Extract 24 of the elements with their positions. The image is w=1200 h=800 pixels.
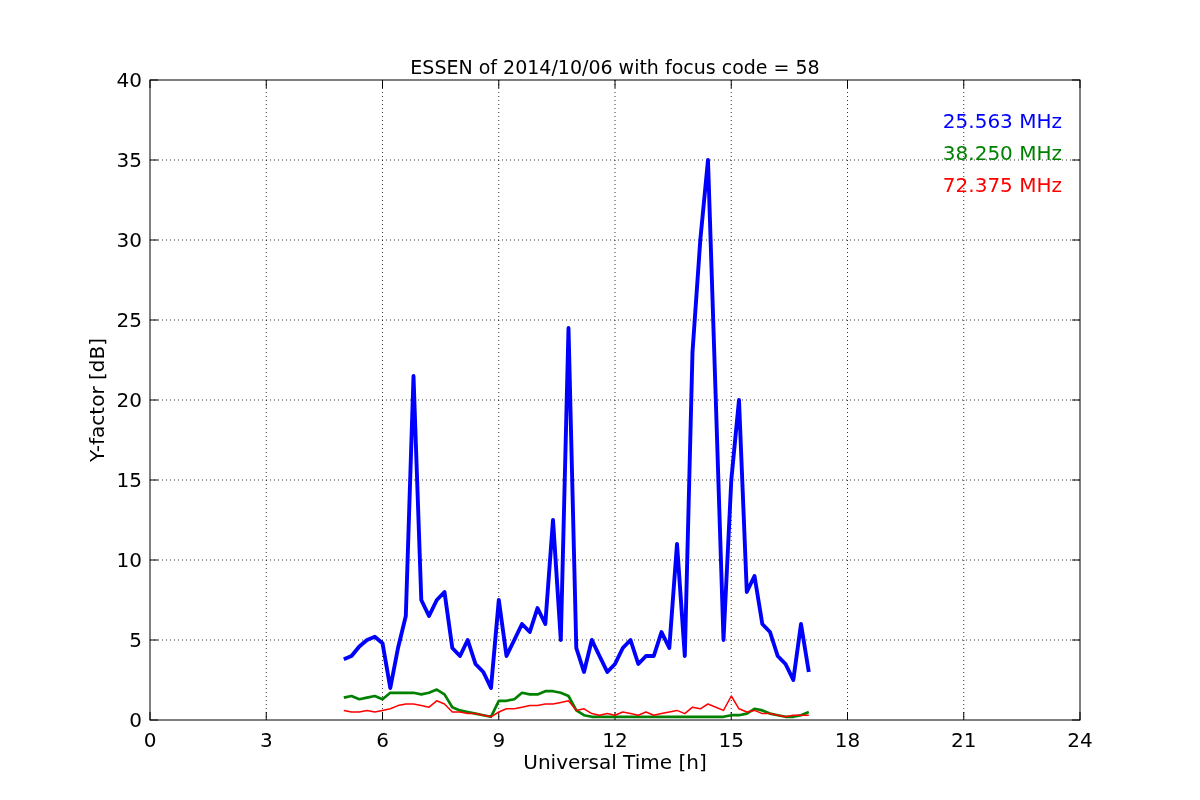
y-tick-label: 30 (116, 228, 142, 252)
y-tick-label: 15 (116, 468, 142, 492)
y-tick-label: 5 (129, 628, 142, 652)
legend-label: 72.375 MHz (942, 173, 1062, 197)
y-axis-label: Y-factor [dB] (85, 338, 109, 462)
x-tick-label: 21 (951, 728, 977, 752)
x-axis-label: Universal Time [h] (523, 750, 707, 774)
chart-title: ESSEN of 2014/10/06 with focus code = 58 (410, 56, 820, 78)
x-tick-label: 6 (376, 728, 389, 752)
x-tick-label: 15 (718, 728, 744, 752)
x-tick-label: 0 (143, 728, 157, 752)
x-tick-label: 12 (602, 728, 628, 752)
y-tick-label: 0 (129, 708, 142, 732)
x-tick-label: 3 (259, 728, 273, 752)
y-tick-label: 40 (116, 68, 142, 92)
y-tick-label: 25 (116, 308, 142, 332)
x-tick-label: 9 (492, 728, 506, 752)
legend-label: 38.250 MHz (942, 141, 1062, 165)
y-tick-label: 20 (116, 388, 142, 412)
x-tick-label: 18 (834, 728, 861, 752)
x-tick-label: 24 (1067, 728, 1093, 752)
y-tick-label: 35 (116, 148, 142, 172)
y-tick-label: 10 (116, 548, 142, 572)
legend-label: 25.563 MHz (942, 109, 1062, 133)
